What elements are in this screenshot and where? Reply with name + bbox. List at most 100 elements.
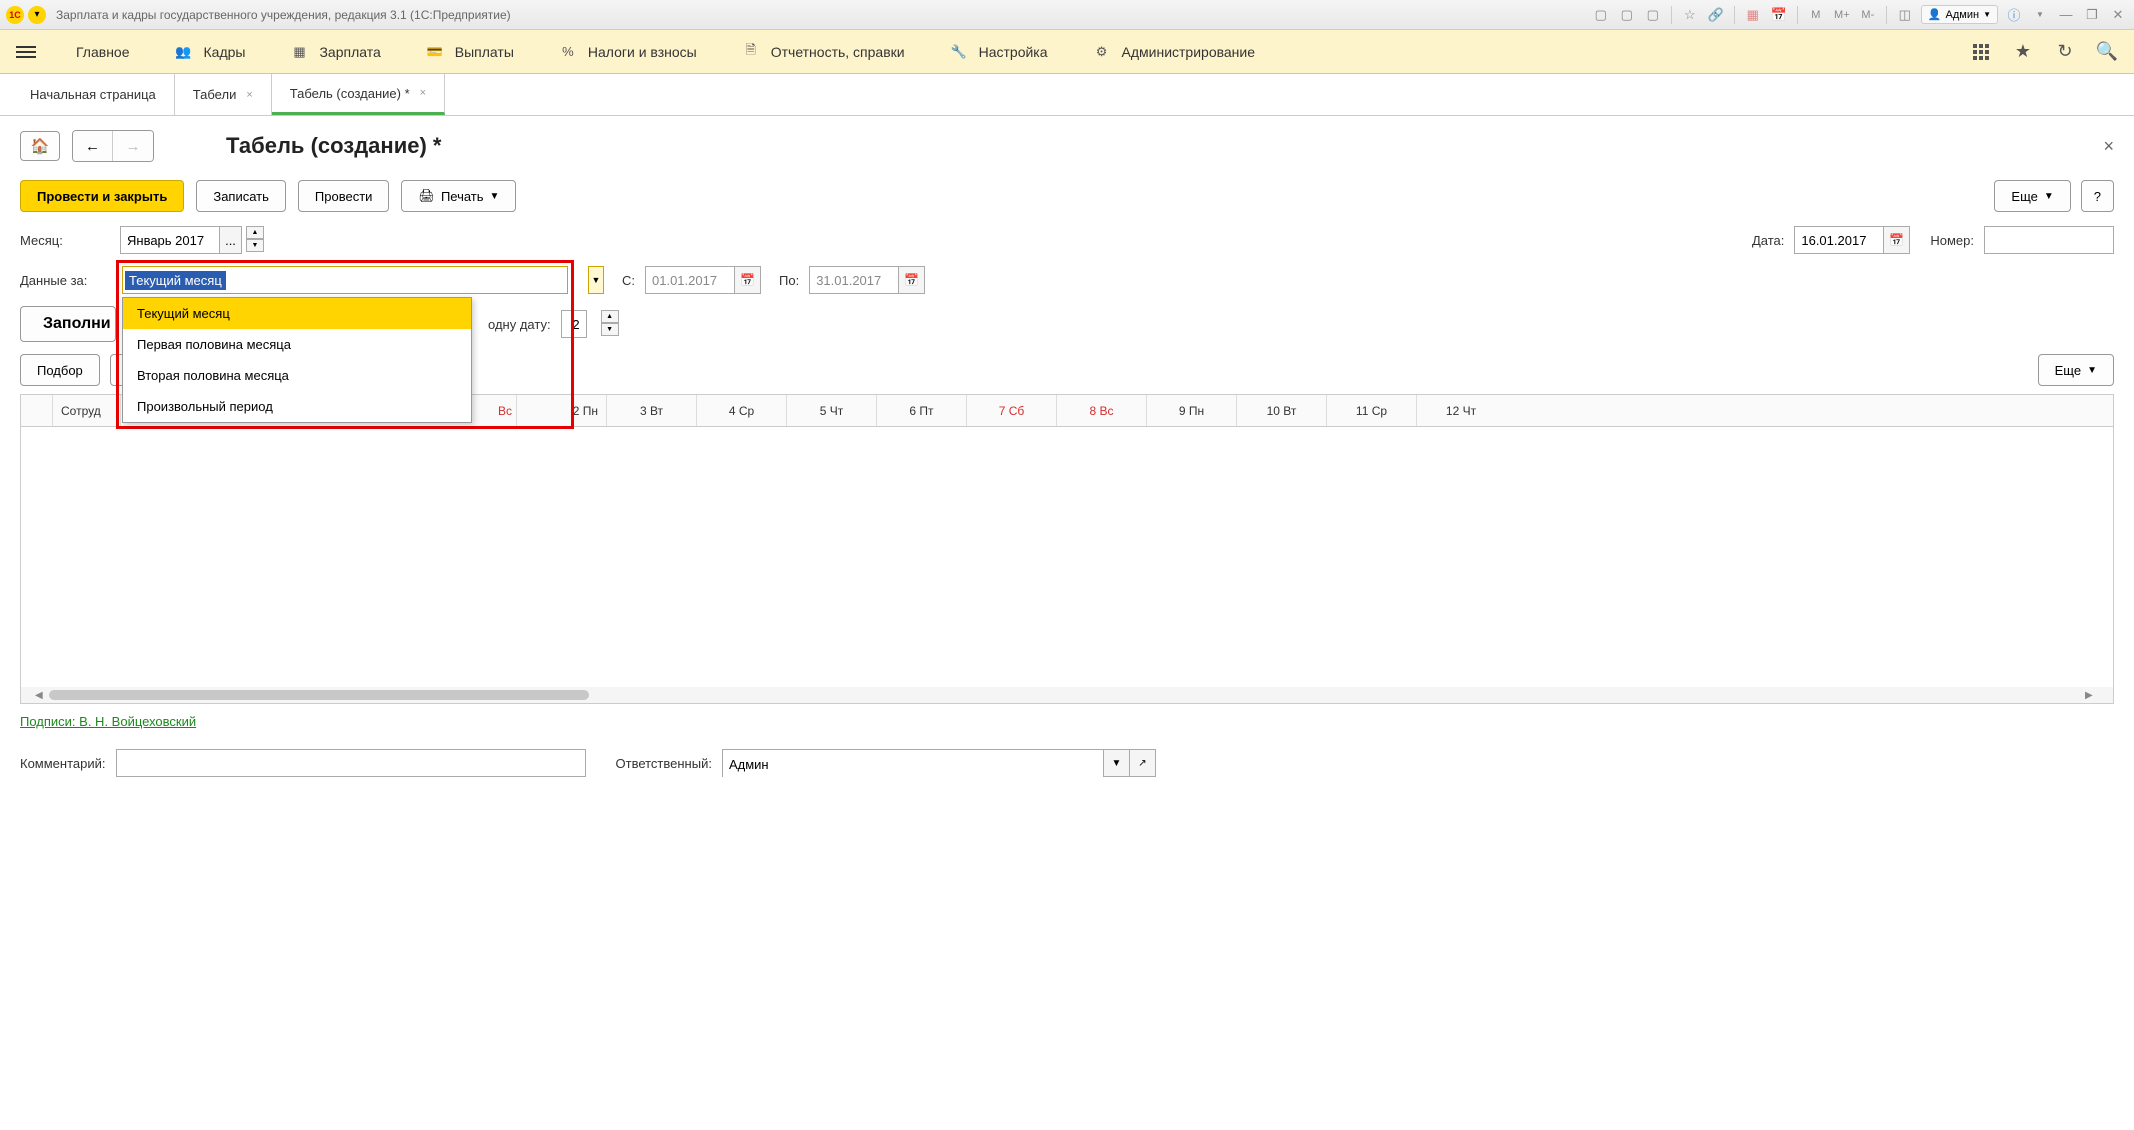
calc-icon[interactable]: ▦: [1743, 5, 1763, 25]
tab-tabeli[interactable]: Табели×: [175, 74, 272, 115]
to-date-input[interactable]: [809, 266, 899, 294]
app-dropdown-icon[interactable]: ▾: [28, 6, 46, 24]
history-icon[interactable]: ↻: [2054, 41, 2076, 63]
dropdown-item-current[interactable]: Текущий месяц: [123, 298, 471, 329]
column-day-7[interactable]: 7 Сб: [967, 395, 1057, 426]
gear-icon: ⚙: [1092, 42, 1112, 62]
month-input[interactable]: [120, 226, 220, 254]
star-icon[interactable]: ★: [2012, 41, 2034, 63]
close-page-button[interactable]: ×: [2103, 136, 2114, 157]
comment-input[interactable]: [116, 749, 586, 777]
dropdown-item-second-half[interactable]: Вторая половина месяца: [123, 360, 471, 391]
esche-button[interactable]: Еще▼: [1994, 180, 2070, 212]
column-day-10[interactable]: 10 Вт: [1237, 395, 1327, 426]
column-employee[interactable]: Сотруд: [53, 395, 121, 426]
back-button[interactable]: ←: [73, 131, 113, 161]
chevron-down-icon: ▼: [2044, 191, 2054, 202]
responsible-dropdown-button[interactable]: ▼: [1103, 750, 1129, 776]
apps-grid-icon[interactable]: [1970, 41, 1992, 63]
titlebar-icon-1[interactable]: ▢: [1591, 5, 1611, 25]
menu-nalogi[interactable]: %Налоги и взносы: [536, 30, 719, 73]
date-calendar-button[interactable]: 📅: [1884, 226, 1910, 254]
column-day-4[interactable]: 4 Ср: [697, 395, 787, 426]
menu-nastroika[interactable]: 🔧Настройка: [927, 30, 1070, 73]
month-down-button[interactable]: ▼: [246, 239, 264, 252]
panel-icon[interactable]: ◫: [1895, 5, 1915, 25]
menu-zarplata[interactable]: ▦Зарплата: [267, 30, 402, 73]
forward-button[interactable]: →: [113, 131, 153, 161]
signatures-link[interactable]: Подписи: В. Н. Войцеховский: [20, 714, 196, 729]
mplus-button[interactable]: М+: [1832, 5, 1852, 25]
scroll-left-icon[interactable]: ◀: [35, 690, 49, 701]
menu-otchet[interactable]: 🗎Отчетность, справки: [719, 30, 927, 73]
one-date-down-button[interactable]: ▼: [601, 323, 619, 336]
calendar-icon[interactable]: 📅: [1769, 5, 1789, 25]
provesti-zakryt-button[interactable]: Провести и закрыть: [20, 180, 184, 212]
scrollbar-thumb[interactable]: [49, 690, 589, 700]
close-icon[interactable]: ×: [420, 87, 426, 99]
toolbar: Провести и закрыть Записать Провести 🖨Пе…: [20, 180, 2114, 212]
month-up-button[interactable]: ▲: [246, 226, 264, 239]
one-date-up-button[interactable]: ▲: [601, 310, 619, 323]
podbor-button[interactable]: Подбор: [20, 354, 100, 386]
m-button[interactable]: М: [1806, 5, 1826, 25]
number-input[interactable]: [1984, 226, 2114, 254]
date-input[interactable]: [1794, 226, 1884, 254]
from-calendar-button[interactable]: 📅: [735, 266, 761, 294]
document-tabs: Начальная страница Табели× Табель (созда…: [0, 74, 2134, 116]
home-button[interactable]: 🏠: [20, 131, 60, 161]
close-button[interactable]: ✕: [2108, 5, 2128, 25]
titlebar-icon-3[interactable]: ▢: [1643, 5, 1663, 25]
help-button[interactable]: ?: [2081, 180, 2114, 212]
table-body[interactable]: [21, 427, 2113, 687]
pechat-button[interactable]: 🖨Печать▼: [401, 180, 516, 212]
data-for-label: Данные за:: [20, 273, 110, 288]
esche-table-button[interactable]: Еще▼: [2038, 354, 2114, 386]
data-for-dropdown-button[interactable]: ▼: [588, 266, 604, 294]
user-icon: 👤: [1928, 8, 1942, 21]
search-icon[interactable]: 🔍: [2096, 41, 2118, 63]
provesti-button[interactable]: Провести: [298, 180, 390, 212]
month-ellipsis-button[interactable]: ...: [220, 226, 242, 254]
comment-label: Комментарий:: [20, 756, 106, 771]
wrench-icon: 🔧: [949, 42, 969, 62]
user-button[interactable]: 👤 Админ ▼: [1921, 5, 1998, 24]
to-calendar-button[interactable]: 📅: [899, 266, 925, 294]
data-for-select[interactable]: Текущий месяц: [122, 266, 568, 294]
scroll-right-icon[interactable]: ▶: [2085, 690, 2099, 701]
data-for-dropdown-list: Текущий месяц Первая половина месяца Вто…: [122, 297, 472, 423]
close-icon[interactable]: ×: [246, 89, 252, 101]
info-icon[interactable]: ⓘ: [2004, 5, 2024, 25]
zapisat-button[interactable]: Записать: [196, 180, 286, 212]
minimize-button[interactable]: —: [2056, 5, 2076, 25]
menu-vyplaty[interactable]: 💳Выплаты: [403, 30, 536, 73]
column-day-5[interactable]: 5 Чт: [787, 395, 877, 426]
column-day-11[interactable]: 11 Ср: [1327, 395, 1417, 426]
menu-admin[interactable]: ⚙Администрирование: [1070, 30, 1278, 73]
hamburger-icon[interactable]: [16, 46, 36, 58]
fill-button[interactable]: Заполни: [20, 306, 116, 342]
horizontal-scrollbar[interactable]: ◀ ▶: [21, 687, 2113, 703]
print-icon: 🖨: [418, 188, 435, 204]
from-date-input[interactable]: [645, 266, 735, 294]
tab-start[interactable]: Начальная страница: [12, 74, 175, 115]
column-day-8[interactable]: 8 Вс: [1057, 395, 1147, 426]
responsible-input[interactable]: [723, 750, 1103, 778]
favorite-icon[interactable]: ☆: [1680, 5, 1700, 25]
column-day-3[interactable]: 3 Вт: [607, 395, 697, 426]
menu-main[interactable]: Главное: [54, 30, 152, 73]
dropdown-item-first-half[interactable]: Первая половина месяца: [123, 329, 471, 360]
column-day-6[interactable]: 6 Пт: [877, 395, 967, 426]
tab-tabel-create[interactable]: Табель (создание) *×: [272, 74, 445, 115]
maximize-button[interactable]: ❐: [2082, 5, 2102, 25]
column-day-9[interactable]: 9 Пн: [1147, 395, 1237, 426]
column-day-12[interactable]: 12 Чт: [1417, 395, 1505, 426]
menu-kadry[interactable]: 👥Кадры: [152, 30, 268, 73]
mminus-button[interactable]: М-: [1858, 5, 1878, 25]
titlebar-icon-2[interactable]: ▢: [1617, 5, 1637, 25]
dropdown-item-custom[interactable]: Произвольный период: [123, 391, 471, 422]
link-icon[interactable]: 🔗: [1706, 5, 1726, 25]
responsible-open-button[interactable]: ↗: [1129, 750, 1155, 776]
info-caret-icon[interactable]: ▼: [2030, 5, 2050, 25]
responsible-select[interactable]: ▼ ↗: [722, 749, 1156, 777]
